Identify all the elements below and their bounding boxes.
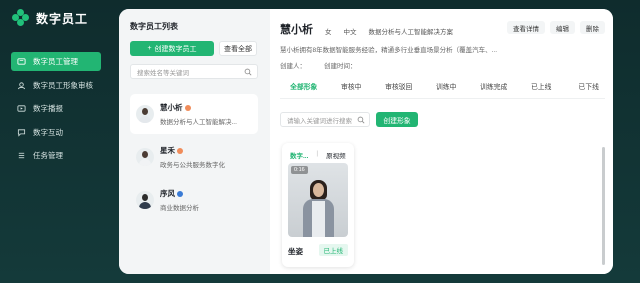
employee-description: 慧小析拥有8年数据智能服务经验，精通多行业垂直场景分析（覆盖汽车、... [280,47,498,54]
avatar [136,105,154,123]
card-tabs: 数字... | 原视频 [288,149,348,161]
sidebar-item-interaction[interactable]: 数字互动 [11,123,101,142]
app-title: 数字员工 [36,11,89,26]
sidebar-item-employee-management[interactable]: 数字员工管理 [11,52,101,71]
card-title: 坐姿 [288,247,303,256]
avatar [136,191,154,209]
create-image-button[interactable]: 创建形象 [376,112,418,127]
tab-under-review[interactable]: 审核中 [328,81,376,95]
employee-name: 序风 [160,189,175,198]
edit-button[interactable]: 编辑 [550,21,575,34]
tab-divider [280,98,605,99]
verified-badge-icon [177,147,183,154]
employee-search-input[interactable]: 搜索姓名等关键词 [130,64,258,79]
employee-desc: 商业数据分析 [160,205,199,212]
plus-icon: + [147,45,152,52]
app-logo: 数字员工 [12,9,88,27]
language-tag: 中文 [343,29,357,36]
search-icon[interactable] [357,116,365,124]
avatar [136,148,154,166]
tab-training[interactable]: 训练中 [423,81,471,95]
employee-desc: 数据分析与人工智能解决... [160,119,237,126]
detail-actions: 查看详情 编辑 删除 [507,21,605,34]
image-review-icon [17,81,26,90]
search-placeholder: 搜索姓名等关键词 [137,69,189,77]
keyword-placeholder: 请输入关键词进行搜索 [287,117,352,125]
logo-icon [12,9,30,27]
sidebar-item-image-review[interactable]: 数字员工形象审核 [11,76,101,95]
image-status-tabs: 全部形象 审核中 审核驳回 训练中 训练完成 已上线 已下线 [270,81,613,99]
chat-icon [17,128,26,137]
view-all-button[interactable]: 查看全部 [219,41,257,56]
tab-training-complete[interactable]: 训练完成 [470,81,518,95]
sidebar: 数字员工 数字员工管理 数字员工形象审核 数字播报 数字互动 任务管理 [0,0,110,283]
sidebar-item-label: 数字播报 [33,104,63,113]
image-card[interactable]: 数字... | 原视频 0:16 坐姿 已上线 [282,143,354,267]
create-employee-button[interactable]: + 创建数字员工 [130,41,214,56]
sidebar-item-label: 数字互动 [33,127,63,137]
card-tab-divider: | [316,150,319,157]
created-time-label: 创建时间： [324,63,357,70]
tab-offline[interactable]: 已下线 [565,81,613,95]
sidebar-item-tasks[interactable]: 任务管理 [11,146,101,165]
sidebar-item-label: 数字员工管理 [33,57,78,66]
create-employee-label: 创建数字员工 [154,45,197,53]
list-item[interactable]: 序风 商业数据分析 [130,180,258,220]
tab-all-images[interactable]: 全部形象 [280,81,328,99]
view-details-button[interactable]: 查看详情 [507,21,545,34]
broadcast-icon [17,104,26,113]
list-item[interactable]: 慧小析 数据分析与人工智能解决... [130,94,258,134]
employee-list-panel: 数字员工列表 + 创建数字员工 查看全部 搜索姓名等关键词 慧小析 数据分析与人… [119,9,269,274]
sidebar-item-label: 任务管理 [33,151,63,160]
employee-detail-panel: 慧小析 女 中文 数据分析与人工智能解决方案 查看详情 编辑 删除 慧小析拥有8… [270,9,613,274]
card-tab-original-video[interactable]: 原视频 [324,149,348,161]
keyword-search-input[interactable]: 请输入关键词进行搜索 [280,112,370,127]
verified-badge-icon [177,190,183,197]
task-icon [17,151,26,160]
employee-title: 慧小析 [280,24,313,36]
tab-review-rejected[interactable]: 审核驳回 [375,81,423,95]
employee-name: 慧小析 [160,103,183,112]
gender-tag: 女 [325,29,332,36]
users-icon [17,57,26,66]
search-icon[interactable] [244,68,252,76]
verified-badge-icon [184,104,191,111]
employee-meta: 创建人： 创建时间： [280,60,357,70]
employee-tags: 女 中文 数据分析与人工智能解决方案 [325,26,453,36]
tab-online[interactable]: 已上线 [518,81,566,95]
employee-desc: 政务与公共服务数字化 [160,162,225,169]
creator-label: 创建人： [280,63,306,70]
delete-button[interactable]: 删除 [580,21,605,34]
status-badge: 已上线 [318,244,348,256]
list-title: 数字员工列表 [130,22,178,31]
list-item[interactable]: 星禾 政务与公共服务数字化 [130,137,258,177]
sidebar-item-broadcast[interactable]: 数字播报 [11,99,101,118]
employee-list: 慧小析 数据分析与人工智能解决... 星禾 政务与公共服务数字化 序风 商业数据… [130,94,258,223]
main-panel: 数字员工列表 + 创建数字员工 查看全部 搜索姓名等关键词 慧小析 数据分析与人… [119,9,613,274]
domain-tag: 数据分析与人工智能解决方案 [368,29,454,36]
sidebar-item-label: 数字员工形象审核 [33,80,93,90]
scrollbar[interactable] [602,147,605,265]
card-tab-digital[interactable]: 数字... [288,149,310,161]
image-thumbnail[interactable]: 0:16 [288,163,348,237]
video-duration: 0:16 [291,166,308,174]
sidebar-menu: 数字员工管理 数字员工形象审核 数字播报 数字互动 任务管理 [11,52,101,170]
employee-name: 星禾 [160,146,175,155]
